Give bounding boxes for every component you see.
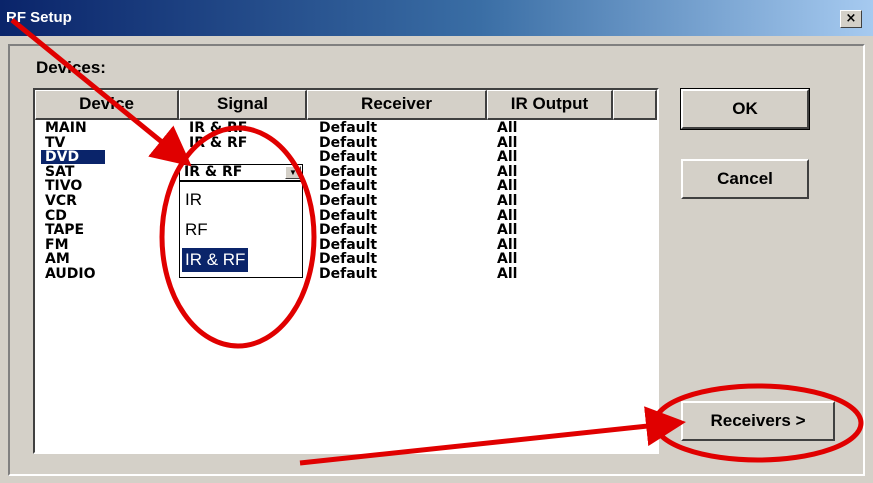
cell-receiver: Default	[319, 207, 378, 224]
cell-device: AM	[45, 251, 70, 268]
cell-device: MAIN	[45, 120, 87, 136]
cell-device: AUDIO	[45, 266, 96, 282]
cell-receiver: Default	[319, 120, 378, 136]
cell-receiver: Default	[319, 236, 378, 253]
cell-receiver: Default	[319, 178, 378, 195]
table-row[interactable]: CD Default All	[35, 209, 657, 223]
table-row[interactable]: TV IR & RF Default All	[35, 136, 657, 150]
table-row[interactable]: AUDIOIR & RFDefaultAll	[35, 267, 657, 281]
cell-ir-output: All	[497, 236, 518, 253]
cell-device: SAT	[45, 163, 75, 180]
cell-device: TAPE	[45, 222, 85, 239]
cancel-button[interactable]: Cancel	[681, 159, 809, 199]
title-bar: RF Setup ×	[0, 0, 873, 36]
cell-ir-output: All	[497, 149, 518, 166]
table-row[interactable]: MAIN IR & RF Default All	[35, 121, 657, 135]
table-row[interactable]: DVD Default All	[35, 149, 657, 166]
signal-combo-value: IR & RF	[184, 164, 243, 180]
cell-receiver: Default	[319, 193, 378, 209]
signal-combo[interactable]: IR & RF ▼	[179, 164, 303, 181]
table-row[interactable]: TIVO Default All	[35, 179, 657, 193]
ok-button[interactable]: OK	[680, 88, 810, 130]
cell-ir-output: All	[497, 251, 518, 268]
cell-receiver: Default	[319, 134, 378, 151]
cell-receiver: Default	[319, 266, 378, 282]
cell-ir-output: All	[497, 163, 518, 180]
window-title: RF Setup	[6, 9, 72, 26]
table-row[interactable]: TAPE Default All	[35, 223, 657, 237]
column-header-ir-output[interactable]: IR Output	[487, 90, 613, 120]
devices-label: Devices:	[36, 58, 106, 77]
cell-ir-output: All	[497, 222, 518, 239]
cell-receiver: Default	[319, 251, 378, 268]
cell-ir-output: All	[497, 266, 518, 282]
cell-device: DVD	[41, 150, 106, 165]
cell-ir-output: All	[497, 120, 518, 136]
devices-list[interactable]: Device Signal Receiver IR Output MAIN IR …	[33, 88, 659, 454]
cell-ir-output: All	[497, 134, 518, 151]
dropdown-option-ir-rf[interactable]: IR & RF	[182, 248, 249, 272]
column-header-filler	[613, 90, 657, 120]
cell-ir-output: All	[497, 207, 518, 224]
cell-receiver: Default	[319, 163, 378, 180]
receivers-button[interactable]: Receivers >	[681, 401, 835, 441]
signal-dropdown-list[interactable]: IR RF IR & RF	[179, 181, 303, 278]
table-row[interactable]: FMIR & RFDefaultAll	[35, 238, 657, 252]
table-row[interactable]: SAT Default All	[35, 165, 657, 179]
cell-ir-output: All	[497, 178, 518, 195]
column-header-signal[interactable]: Signal	[179, 90, 307, 120]
chevron-down-icon[interactable]: ▼	[285, 166, 301, 179]
table-row[interactable]: VCR Default All	[35, 194, 657, 208]
cell-signal: IR & RF	[189, 120, 248, 136]
cell-device: VCR	[45, 193, 77, 209]
cell-device: TIVO	[45, 178, 83, 195]
cell-ir-output: All	[497, 193, 518, 209]
cell-device: FM	[45, 236, 69, 253]
cell-receiver: Default	[319, 149, 378, 166]
column-header-device[interactable]: Device	[35, 90, 179, 120]
cell-signal: IR & RF	[189, 134, 248, 151]
close-button[interactable]: ×	[840, 10, 862, 28]
column-header-receiver[interactable]: Receiver	[307, 90, 487, 120]
dropdown-option-rf[interactable]: RF	[182, 218, 211, 242]
dropdown-option-ir[interactable]: IR	[182, 188, 205, 212]
cell-device: TV	[45, 134, 66, 151]
cell-receiver: Default	[319, 222, 378, 239]
cell-device: CD	[45, 207, 67, 224]
table-row[interactable]: AMIR & RFDefaultAll	[35, 252, 657, 266]
